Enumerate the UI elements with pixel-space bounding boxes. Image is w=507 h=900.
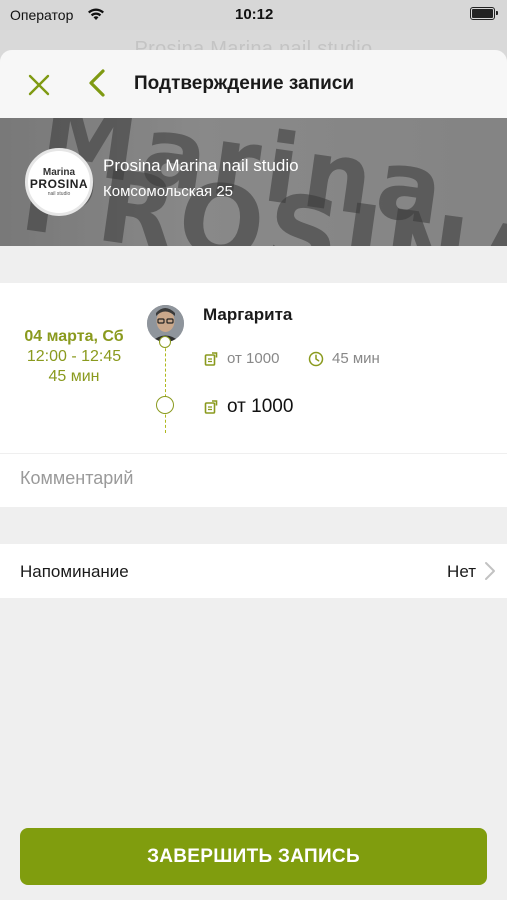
- service-duration: 45 мин: [332, 350, 380, 367]
- reminder-value: Нет: [447, 562, 476, 581]
- booking-duration: 45 мин: [48, 368, 100, 385]
- logo-sub-text: nail studio: [47, 190, 71, 197]
- complete-booking-button[interactable]: ЗАВЕРШИТЬ ЗАПИСЬ: [20, 828, 487, 885]
- close-icon[interactable]: [26, 72, 52, 98]
- booking-details-card: 04 марта, Сб 12:00 - 12:45 45 мин Маргар…: [0, 283, 507, 453]
- studio-name: Prosina Marina nail studio: [103, 156, 299, 175]
- logo-main-text: PROSINA: [29, 176, 89, 191]
- comment-row: [0, 454, 507, 507]
- booking-date: 04 марта, Сб: [24, 328, 124, 345]
- studio-address: Комсомольская 25: [103, 183, 234, 200]
- timeline-node-total: [156, 396, 174, 414]
- navigation-bar: Подтверждение записи: [0, 50, 507, 118]
- timeline-node-master: [159, 336, 171, 348]
- page-title: Подтверждение записи: [134, 73, 354, 94]
- reminder-label: Напоминание: [20, 562, 129, 581]
- service-price: от 1000: [227, 350, 280, 367]
- logo-top-text: Marina: [42, 166, 76, 178]
- timeline-line: [165, 338, 166, 433]
- price-tag-icon: [204, 352, 218, 366]
- chevron-right-icon: [484, 561, 496, 581]
- clock-time: 10:12: [235, 6, 274, 23]
- price-tag-icon: [204, 400, 218, 414]
- booking-date-time: 04 марта, Сб 12:00 - 12:45 45 мин: [22, 327, 126, 387]
- status-bar: Оператор 10:12: [0, 0, 507, 30]
- total-price: от 1000: [227, 396, 294, 417]
- battery-icon: [470, 7, 498, 20]
- studio-banner[interactable]: Marina PROSINA Marina PROSINA nail studi…: [0, 118, 507, 246]
- booking-confirmation-sheet: Подтверждение записи Marina PROSINA Mari…: [0, 50, 507, 900]
- booking-time-range: 12:00 - 12:45: [26, 348, 122, 365]
- reminder-row[interactable]: Напоминание Нет: [0, 544, 507, 598]
- clock-icon: [308, 351, 324, 367]
- wifi-icon: [87, 7, 105, 24]
- comment-input[interactable]: [20, 468, 490, 489]
- chevron-left-icon[interactable]: [86, 68, 108, 98]
- master-name: Маргарита: [203, 305, 293, 324]
- carrier-label: Оператор: [10, 7, 74, 23]
- studio-logo: Marina PROSINA nail studio: [25, 148, 93, 216]
